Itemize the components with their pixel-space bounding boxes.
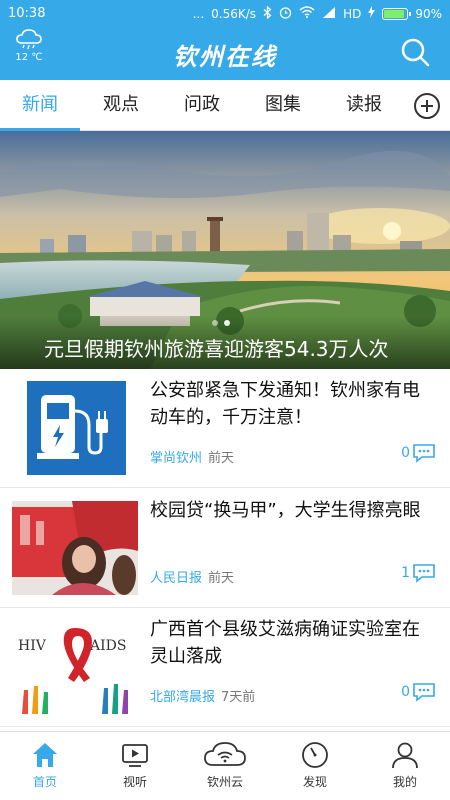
bottom-navigation: 首页 视听 钦州云 发现 我的 [0, 731, 450, 800]
thumb-text-hiv: HIV [18, 638, 47, 654]
network-type: HD [343, 6, 362, 21]
nav-discover[interactable]: 发现 [270, 732, 360, 800]
news-source: 北部湾晨报 [150, 690, 216, 705]
nav-cloud[interactable]: 钦州云 [180, 732, 270, 800]
nav-video[interactable]: 视听 [90, 732, 180, 800]
app-logo-title: 钦州在线 [173, 42, 277, 71]
video-icon [122, 744, 148, 767]
news-thumbnail [12, 501, 138, 595]
comment-number: 1 [401, 565, 410, 581]
nav-label: 首页 [32, 775, 57, 789]
news-thumbnail [27, 381, 126, 475]
cloud-icon [204, 742, 246, 766]
nav-label: 视听 [122, 775, 147, 789]
tab-newspaper[interactable]: 读报 [324, 80, 404, 130]
ev-charger-icon [27, 381, 126, 475]
comment-count[interactable]: 0 [401, 443, 436, 463]
tab-opinion[interactable]: 观点 [81, 80, 161, 130]
news-meta: 北部湾晨报 7天前 [150, 686, 255, 705]
nav-home[interactable]: 首页 [0, 732, 90, 800]
tab-news[interactable]: 新闻 [0, 80, 80, 131]
add-channel-button[interactable] [414, 93, 440, 119]
news-item[interactable]: 校园贷“换马甲”，大学生得擦亮眼 人民日报 前天 1 [0, 489, 450, 608]
compass-icon [302, 742, 328, 768]
comment-bubble-icon [413, 444, 435, 463]
news-source: 掌尚钦州 [150, 451, 203, 466]
comment-bubble-icon [413, 564, 435, 583]
comment-number: 0 [401, 684, 410, 700]
news-title: 公安部紧急下发通知！钦州家有电动车的，千万注意！ [150, 380, 420, 428]
search-icon [401, 38, 430, 67]
news-title: 广西首个县级艾滋病确证实验室在灵山落成 [150, 619, 420, 667]
comment-bubble-icon [413, 683, 435, 702]
signal-icon [322, 6, 336, 21]
status-bar: 10:38 ... 0.56K/s HD 90% [0, 0, 450, 27]
news-meta: 人民日报 前天 [150, 567, 234, 586]
comment-number: 0 [401, 445, 410, 461]
news-item[interactable]: 公安部紧急下发通知！钦州家有电动车的，千万注意！ 掌尚钦州 前天 0 [0, 369, 450, 488]
user-icon [392, 742, 418, 769]
network-speed: 0.56K/s [211, 6, 257, 21]
category-tabs: 新闻 观点 问政 图集 读报 [0, 80, 450, 131]
search-button[interactable] [400, 37, 430, 67]
alarm-icon [279, 6, 292, 22]
banner-caption: 元旦假期钦州旅游喜迎游客54.3万人次 [0, 317, 450, 369]
nav-label: 我的 [392, 775, 417, 789]
news-meta: 掌尚钦州 前天 [150, 447, 234, 466]
tab-gallery[interactable]: 图集 [243, 80, 323, 130]
status-time: 10:38 [8, 6, 46, 21]
bluetooth-icon [263, 5, 272, 22]
comment-count[interactable]: 1 [401, 563, 436, 583]
charging-icon [368, 6, 376, 21]
battery-percent: 90% [415, 6, 442, 21]
battery-icon [382, 7, 412, 20]
thumb-text-aids: AIDS [89, 638, 126, 654]
news-thumbnail: HIV AIDS [12, 620, 138, 714]
nav-label: 钦州云 [206, 775, 243, 789]
hiv-aids-ribbon-image: HIV AIDS [12, 620, 138, 714]
news-item[interactable]: HIV AIDS 广西首个县级艾滋病确证实验室在灵山落成 北部湾晨报 7天前 0 [0, 608, 450, 727]
app-header: 12 ℃ 钦州在线 [0, 27, 450, 80]
news-time: 7天前 [221, 690, 256, 705]
news-time: 前天 [208, 451, 235, 466]
wifi-icon [299, 6, 315, 21]
campus-photo [12, 501, 138, 595]
banner-carousel[interactable]: 元旦假期钦州旅游喜迎游客54.3万人次 [0, 131, 450, 369]
tab-politics-qa[interactable]: 问政 [162, 80, 242, 130]
status-dots: ... [192, 6, 205, 21]
news-source: 人民日报 [150, 571, 203, 586]
home-icon [33, 743, 57, 767]
comment-count[interactable]: 0 [401, 682, 436, 702]
nav-label: 发现 [302, 775, 327, 789]
news-title: 校园贷“换马甲”，大学生得擦亮眼 [150, 500, 421, 521]
news-time: 前天 [208, 571, 235, 586]
nav-profile[interactable]: 我的 [360, 732, 450, 800]
